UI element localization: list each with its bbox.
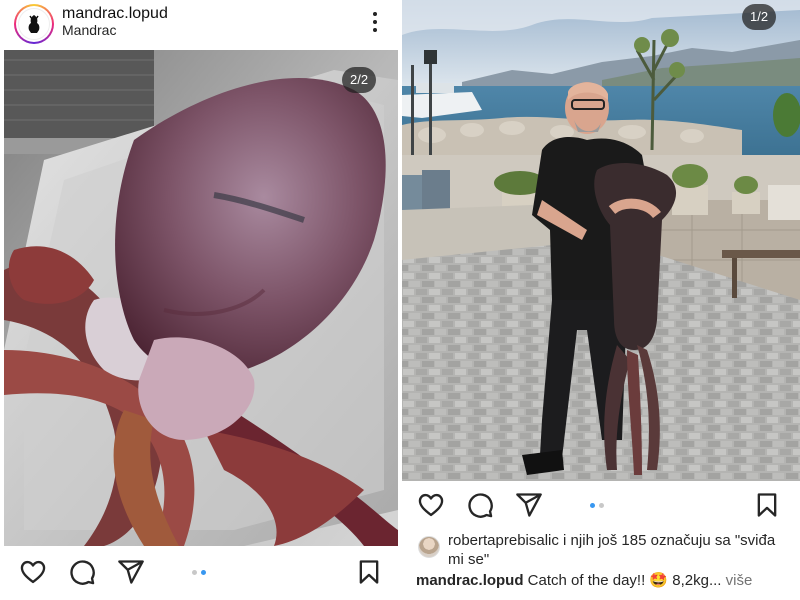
- bookmark-icon[interactable]: [753, 491, 781, 519]
- carousel-dot: [192, 570, 197, 575]
- post-actions: [402, 486, 800, 526]
- post-caption: mandrac.lopud Catch of the day!! 🤩 8,2kg…: [416, 571, 796, 590]
- carousel-dot-active: [201, 570, 206, 575]
- left-post: mandrac.lopud Mandrac 2/2: [0, 0, 400, 600]
- post-location[interactable]: Mandrac: [62, 22, 116, 38]
- comment-icon[interactable]: [466, 491, 494, 519]
- likes-username[interactable]: robertaprebisalic: [448, 532, 559, 549]
- post-header: mandrac.lopud Mandrac: [0, 0, 400, 48]
- avatar[interactable]: [14, 4, 54, 44]
- more-vertical-icon[interactable]: [368, 10, 382, 34]
- carousel-counter: 1/2: [742, 4, 777, 30]
- bookmark-icon[interactable]: [355, 558, 383, 586]
- post-image-man-holding-squid[interactable]: 1/2: [402, 0, 800, 481]
- caption-username[interactable]: mandrac.lopud: [416, 572, 524, 589]
- caption-ellipsis: ...: [708, 572, 722, 589]
- heart-icon[interactable]: [417, 491, 445, 519]
- harbor-photo: [402, 0, 800, 481]
- send-icon[interactable]: [515, 491, 543, 519]
- carousel-indicator: [590, 503, 604, 508]
- carousel-dot: [599, 503, 604, 508]
- more-link[interactable]: više: [721, 572, 753, 589]
- likes-summary[interactable]: robertaprebisalic i njih još 185 označuj…: [418, 530, 788, 570]
- comment-icon[interactable]: [68, 558, 96, 586]
- right-post: 1/2 robertaprebisalic i njih još 185 ozn…: [402, 0, 800, 600]
- squid-tray-photo: [4, 50, 398, 546]
- avatar[interactable]: [418, 536, 440, 558]
- carousel-dot-active: [590, 503, 595, 508]
- carousel-counter: 2/2: [342, 67, 377, 93]
- carousel-indicator: [192, 570, 206, 575]
- post-actions: [0, 552, 400, 596]
- heart-icon[interactable]: [19, 558, 47, 586]
- caption-text: Catch of the day!! 🤩 8,2kg: [523, 572, 709, 589]
- send-icon[interactable]: [117, 558, 145, 586]
- post-image-squid-on-tray[interactable]: 2/2: [4, 50, 398, 546]
- mandrac-logo-icon: [28, 15, 40, 33]
- likes-text: robertaprebisalic i njih još 185 označuj…: [448, 531, 788, 569]
- post-username[interactable]: mandrac.lopud: [62, 5, 168, 23]
